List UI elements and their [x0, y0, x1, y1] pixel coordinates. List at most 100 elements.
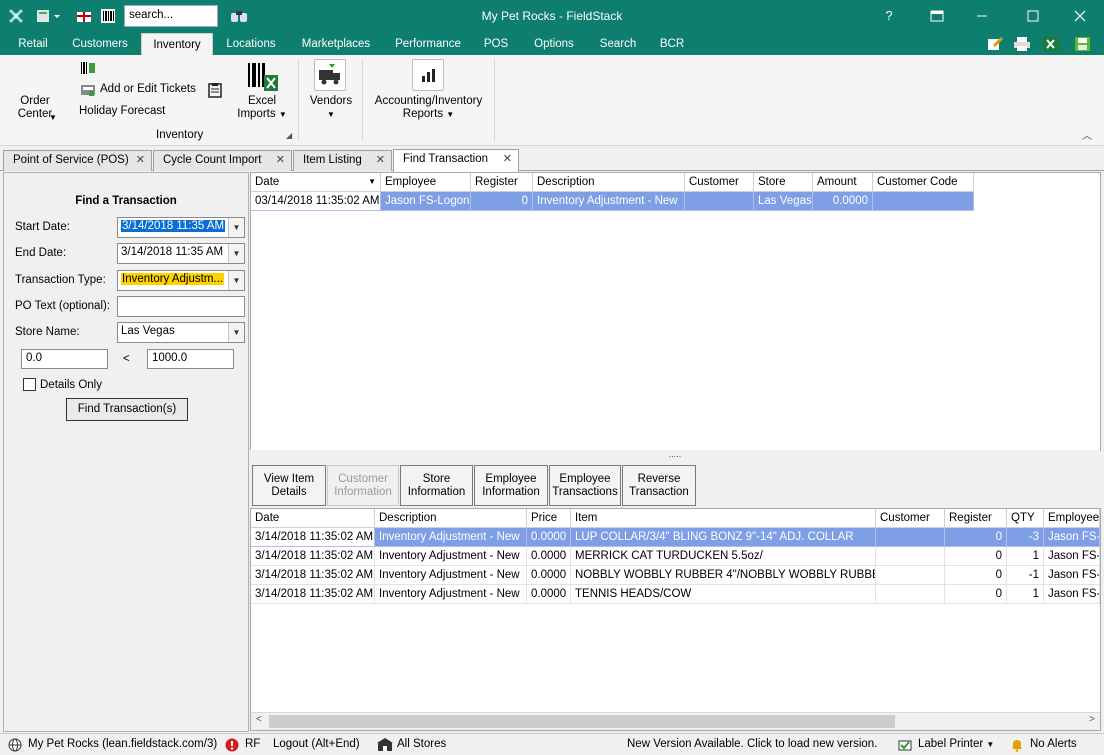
- save-icon[interactable]: [1074, 36, 1092, 52]
- doc-tab-pos[interactable]: Point of Service (POS) ✕: [3, 150, 152, 171]
- start-date-value: 3/14/2018 11:35 AM: [121, 220, 226, 232]
- doc-tab-cycle-count[interactable]: Cycle Count Import ✕: [153, 150, 292, 171]
- chevron-down-icon[interactable]: ▼: [228, 218, 244, 237]
- column-header[interactable]: Item: [571, 509, 876, 528]
- tab-search[interactable]: Search: [594, 33, 642, 55]
- error-icon: [225, 738, 239, 752]
- document-tab-bar: Point of Service (POS) ✕ Cycle Count Impo…: [0, 147, 1104, 172]
- close-tab-icon[interactable]: ✕: [136, 151, 145, 170]
- column-header[interactable]: Employee: [1044, 509, 1100, 528]
- add-edit-tickets-button[interactable]: Add or Edit Tickets: [100, 83, 196, 95]
- column-header[interactable]: Store: [754, 173, 813, 192]
- column-header[interactable]: Register: [945, 509, 1007, 528]
- transaction-type-select[interactable]: Inventory Adjustm... ▼: [117, 270, 245, 291]
- alerts-status[interactable]: No Alerts: [1030, 738, 1077, 750]
- column-header[interactable]: Date: [251, 509, 375, 528]
- all-stores-status[interactable]: All Stores: [397, 738, 446, 750]
- column-header[interactable]: Description: [375, 509, 527, 528]
- tab-bcr[interactable]: BCR: [652, 33, 692, 55]
- column-header[interactable]: Register: [471, 173, 533, 192]
- truck-icon: [314, 59, 346, 91]
- maximize-icon[interactable]: [1018, 4, 1048, 28]
- column-header[interactable]: Customer: [876, 509, 945, 528]
- help-button[interactable]: ?: [874, 4, 904, 28]
- store-name-label: Store Name:: [15, 326, 80, 338]
- logout-button[interactable]: Logout (Alt+End): [273, 738, 360, 750]
- tab-retail[interactable]: Retail: [8, 33, 58, 55]
- excel-icon[interactable]: [1042, 36, 1060, 52]
- print-icon[interactable]: [1013, 36, 1031, 52]
- scroll-thumb[interactable]: [269, 715, 895, 728]
- rf-status[interactable]: RF: [245, 738, 260, 750]
- scroll-right-icon[interactable]: >: [1089, 714, 1095, 725]
- panel-splitter[interactable]: .....: [250, 450, 1100, 462]
- accounting-reports-button[interactable]: Accounting/Inventory Reports ▼: [372, 95, 485, 121]
- edit-icon[interactable]: [986, 36, 1004, 52]
- close-tab-icon[interactable]: ✕: [503, 150, 512, 169]
- site-status[interactable]: My Pet Rocks (lean.fieldstack.com/3): [28, 738, 217, 750]
- tab-inventory[interactable]: Inventory: [141, 33, 213, 55]
- doc-tab-item-listing[interactable]: Item Listing ✕: [293, 150, 392, 171]
- horizontal-scrollbar[interactable]: < >: [251, 712, 1100, 730]
- tab-performance[interactable]: Performance: [388, 33, 468, 55]
- close-icon[interactable]: [1065, 4, 1095, 28]
- tab-marketplaces[interactable]: Marketplaces: [292, 33, 380, 55]
- column-header[interactable]: Description: [533, 173, 685, 192]
- view-item-details-button[interactable]: View Item Details: [252, 465, 326, 506]
- tab-options[interactable]: Options: [524, 33, 584, 55]
- column-header[interactable]: QTY: [1007, 509, 1044, 528]
- store-name-select[interactable]: Las Vegas ▼: [117, 322, 245, 343]
- details-only-checkbox[interactable]: [23, 378, 36, 391]
- tab-pos[interactable]: POS: [478, 33, 514, 55]
- globe-icon: [8, 738, 22, 752]
- close-tab-icon[interactable]: ✕: [376, 151, 385, 170]
- scroll-left-icon[interactable]: <: [256, 714, 262, 725]
- end-date-picker[interactable]: 3/14/2018 11:35 AM ▼: [117, 243, 245, 264]
- doc-tab-label: Item Listing: [303, 154, 362, 166]
- column-header[interactable]: Price: [527, 509, 571, 528]
- panel-title: Find a Transaction: [75, 195, 177, 207]
- chevron-down-icon[interactable]: ▼: [228, 323, 244, 342]
- column-header[interactable]: Employee: [381, 173, 471, 192]
- close-tab-icon[interactable]: ✕: [276, 151, 285, 170]
- max-amount-input[interactable]: 1000.0: [147, 349, 234, 369]
- find-transactions-button[interactable]: Find Transaction(s): [66, 398, 188, 421]
- chevron-down-icon[interactable]: ▼: [228, 244, 244, 263]
- label-printer-menu[interactable]: Label Printer ▼: [918, 738, 994, 750]
- reverse-transaction-button[interactable]: Reverse Transaction: [622, 465, 696, 506]
- tab-customers[interactable]: Customers: [64, 33, 136, 55]
- store-information-button[interactable]: Store Information: [400, 465, 473, 506]
- po-text-input[interactable]: [117, 296, 245, 317]
- collapse-ribbon-icon[interactable]: ︿: [1082, 127, 1092, 142]
- customer-information-button[interactable]: Customer Information: [327, 465, 399, 506]
- holiday-forecast-button[interactable]: Holiday Forecast: [79, 105, 165, 117]
- start-date-picker[interactable]: 3/14/2018 11:35 AM ▼: [117, 217, 245, 238]
- employee-transactions-button[interactable]: Employee Transactions: [549, 465, 621, 506]
- cell-description: Inventory Adjustment - New: [375, 547, 527, 566]
- column-header[interactable]: Customer: [685, 173, 754, 192]
- restore-layout-button[interactable]: [922, 4, 952, 28]
- new-version-link[interactable]: New Version Available. Click to load new…: [627, 738, 877, 750]
- vendors-button[interactable]: Vendors ▼: [309, 95, 353, 121]
- order-center-button[interactable]: Order Center ▼: [12, 95, 58, 122]
- chevron-down-icon[interactable]: ▼: [228, 271, 244, 290]
- minimize-icon[interactable]: [967, 4, 997, 28]
- min-amount-input[interactable]: 0.0: [21, 349, 108, 369]
- ribbon-tab-bar: Retail Customers Inventory Locations Mar…: [0, 33, 1104, 55]
- cell-price: 0.0000: [527, 566, 571, 585]
- column-header[interactable]: Date ▼: [251, 173, 381, 192]
- clipboard-icon[interactable]: [208, 82, 222, 101]
- column-header[interactable]: Customer Code: [873, 173, 974, 192]
- cell-date: 3/14/2018 11:35:02 AM: [251, 528, 375, 547]
- cell-amount: 0.0000: [813, 192, 873, 211]
- excel-imports-button[interactable]: Excel Imports ▼: [236, 95, 288, 121]
- end-date-value: 3/14/2018 11:35 AM: [121, 246, 224, 258]
- group-expander-icon[interactable]: ◢: [286, 131, 292, 140]
- column-header[interactable]: Amount: [813, 173, 873, 192]
- cell-date: 3/14/2018 11:35:02 AM: [251, 566, 375, 585]
- tab-locations[interactable]: Locations: [219, 33, 283, 55]
- employee-information-button[interactable]: Employee Information: [474, 465, 548, 506]
- cell-employee: Jason FS-L: [1044, 528, 1100, 547]
- inventory-group-label: Inventory: [156, 129, 204, 141]
- doc-tab-find-transaction[interactable]: Find Transaction ✕: [393, 149, 519, 172]
